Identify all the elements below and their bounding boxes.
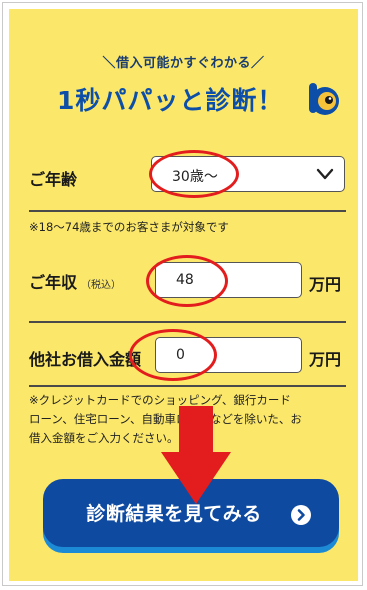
divider bbox=[29, 210, 346, 212]
divider bbox=[29, 321, 346, 323]
mascot-icon bbox=[309, 83, 339, 115]
income-input[interactable]: 48 bbox=[155, 262, 302, 298]
income-unit: 万円 bbox=[309, 275, 342, 294]
divider bbox=[29, 385, 346, 387]
diagnosis-card: ＼借入可能かすぐわかる／ 1秒パパッと診断！ ご年齢 30歳〜 ※18〜74歳ま… bbox=[9, 9, 358, 581]
borrow-label: 他社お借入金額 bbox=[29, 350, 142, 369]
tagline: ＼借入可能かすぐわかる／ bbox=[102, 56, 265, 71]
arrow-circle-right-icon bbox=[291, 505, 311, 525]
age-label: ご年齢 bbox=[29, 170, 78, 189]
age-select-value: 30歳〜 bbox=[172, 169, 218, 185]
age-select[interactable]: 30歳〜 bbox=[151, 156, 345, 192]
income-label-text: ご年収 bbox=[29, 273, 78, 292]
age-note: ※18〜74歳までのお客さまが対象です bbox=[29, 220, 229, 234]
down-arrow-annotation bbox=[161, 406, 231, 504]
borrow-unit: 万円 bbox=[309, 350, 342, 369]
headline: 1秒パパッと診断！ bbox=[57, 86, 284, 115]
chevron-down-icon bbox=[316, 168, 334, 180]
borrow-input[interactable]: 0 bbox=[155, 337, 302, 373]
income-label-sub: （税込） bbox=[81, 280, 122, 291]
page-frame: ＼借入可能かすぐわかる／ 1秒パパッと診断！ ご年齢 30歳〜 ※18〜74歳ま… bbox=[2, 2, 363, 586]
income-label: ご年収 （税込） bbox=[29, 269, 121, 293]
